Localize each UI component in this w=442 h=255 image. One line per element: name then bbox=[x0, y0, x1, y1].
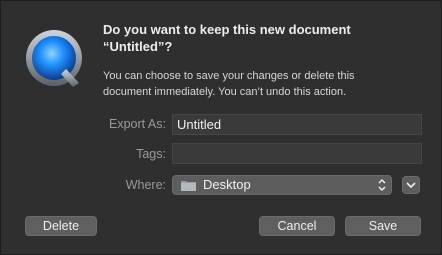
dialog-message-line-2: document immediately. You can’t undo thi… bbox=[103, 86, 347, 98]
where-value: Desktop bbox=[203, 177, 251, 192]
export-as-label: Export As: bbox=[109, 117, 166, 131]
where-label: Where: bbox=[125, 178, 166, 192]
cancel-button[interactable]: Cancel bbox=[259, 216, 335, 236]
save-button[interactable]: Save bbox=[345, 216, 421, 236]
dialog-message-line-1: You can choose to save your changes or d… bbox=[103, 70, 355, 82]
folder-icon bbox=[181, 181, 196, 191]
expand-button[interactable] bbox=[402, 176, 420, 194]
delete-button[interactable]: Delete bbox=[25, 216, 97, 236]
quicktime-icon bbox=[26, 30, 82, 87]
chevron-down-icon bbox=[406, 182, 416, 189]
where-select[interactable]: Desktop bbox=[172, 175, 392, 195]
tags-field[interactable] bbox=[172, 143, 422, 164]
dialog-title: Do you want to keep this new document “U… bbox=[103, 21, 423, 55]
save-dialog: Do you want to keep this new document “U… bbox=[0, 0, 442, 255]
dialog-message: You can choose to save your changes or d… bbox=[103, 68, 423, 100]
export-as-field[interactable]: Untitled bbox=[172, 114, 422, 135]
tags-label: Tags: bbox=[136, 147, 166, 161]
updown-chevron-icon bbox=[378, 178, 386, 192]
dialog-title-line-1: Do you want to keep this new document bbox=[103, 22, 351, 37]
dialog-title-line-2: “Untitled”? bbox=[103, 39, 173, 54]
